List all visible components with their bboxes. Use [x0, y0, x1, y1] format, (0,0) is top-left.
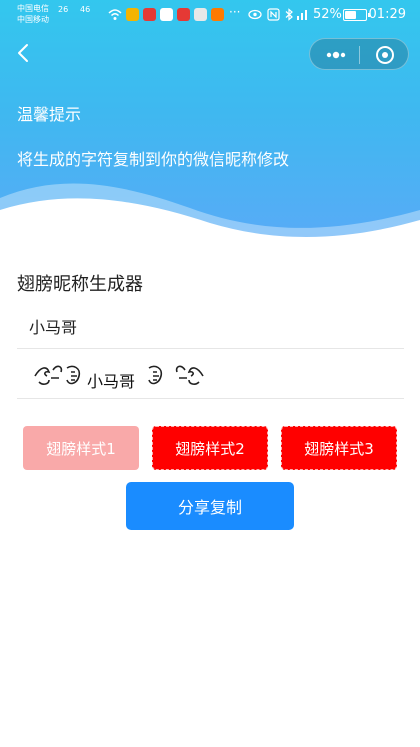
battery-percent: 52% [313, 7, 342, 22]
more-notifications-icon: ··· [229, 5, 241, 19]
clock: 01:29 [368, 7, 406, 22]
qq-app-icon [160, 8, 173, 21]
right-wing-icon [148, 365, 204, 385]
battery-fill [345, 11, 357, 19]
header-banner: 中国电信 中国移动 26 46 ··· 52% 01:29 温馨提示 将生成的字… [0, 0, 420, 250]
carrier-1: 中国电信 [17, 4, 49, 13]
wave-decoration [0, 183, 420, 250]
wing-style-3-button[interactable]: 翅膀样式3 [281, 426, 397, 470]
tip-text: 将生成的字符复制到你的微信昵称修改 [17, 150, 290, 169]
mail-app-icon [126, 8, 139, 21]
more-dots-icon [326, 51, 346, 59]
share-copy-button[interactable]: 分享复制 [126, 482, 294, 530]
status-bar: 中国电信 中国移动 26 46 ··· 52% 01:29 [0, 0, 420, 30]
wifi-icon [108, 8, 122, 21]
carrier-labels: 中国电信 中国移动 [17, 3, 49, 25]
target-close-icon [376, 46, 394, 64]
eye-icon [248, 8, 262, 21]
nfc-icon [267, 8, 280, 21]
capsule-divider [359, 46, 360, 64]
network-1: 26 [58, 5, 69, 14]
network-2: 46 [80, 5, 91, 14]
generated-nickname-row: 小马哥 [17, 350, 404, 399]
wing-style-1-button[interactable]: 翅膀样式1 [23, 426, 139, 470]
close-miniprogram-button[interactable] [374, 44, 396, 66]
store-app-icon [211, 8, 224, 21]
signal-icon [296, 8, 309, 21]
miniprogram-capsule [309, 38, 409, 70]
tip-title: 温馨提示 [17, 105, 82, 124]
news-app-icon [143, 8, 156, 21]
nickname-input-row [17, 300, 404, 349]
browser-app-icon [194, 8, 207, 21]
back-button[interactable] [12, 40, 38, 66]
generator-title: 翅膀昵称生成器 [17, 274, 143, 295]
wing-style-2-button[interactable]: 翅膀样式2 [152, 426, 268, 470]
nickname-input[interactable] [27, 313, 391, 339]
battery-icon [343, 9, 370, 21]
more-button[interactable] [322, 45, 350, 65]
left-wing-icon [34, 365, 81, 385]
generated-nickname-text: 小马哥 [87, 372, 136, 391]
shop-app-icon [177, 8, 190, 21]
chevron-left-icon [18, 44, 28, 62]
carrier-2: 中国移动 [17, 15, 49, 24]
